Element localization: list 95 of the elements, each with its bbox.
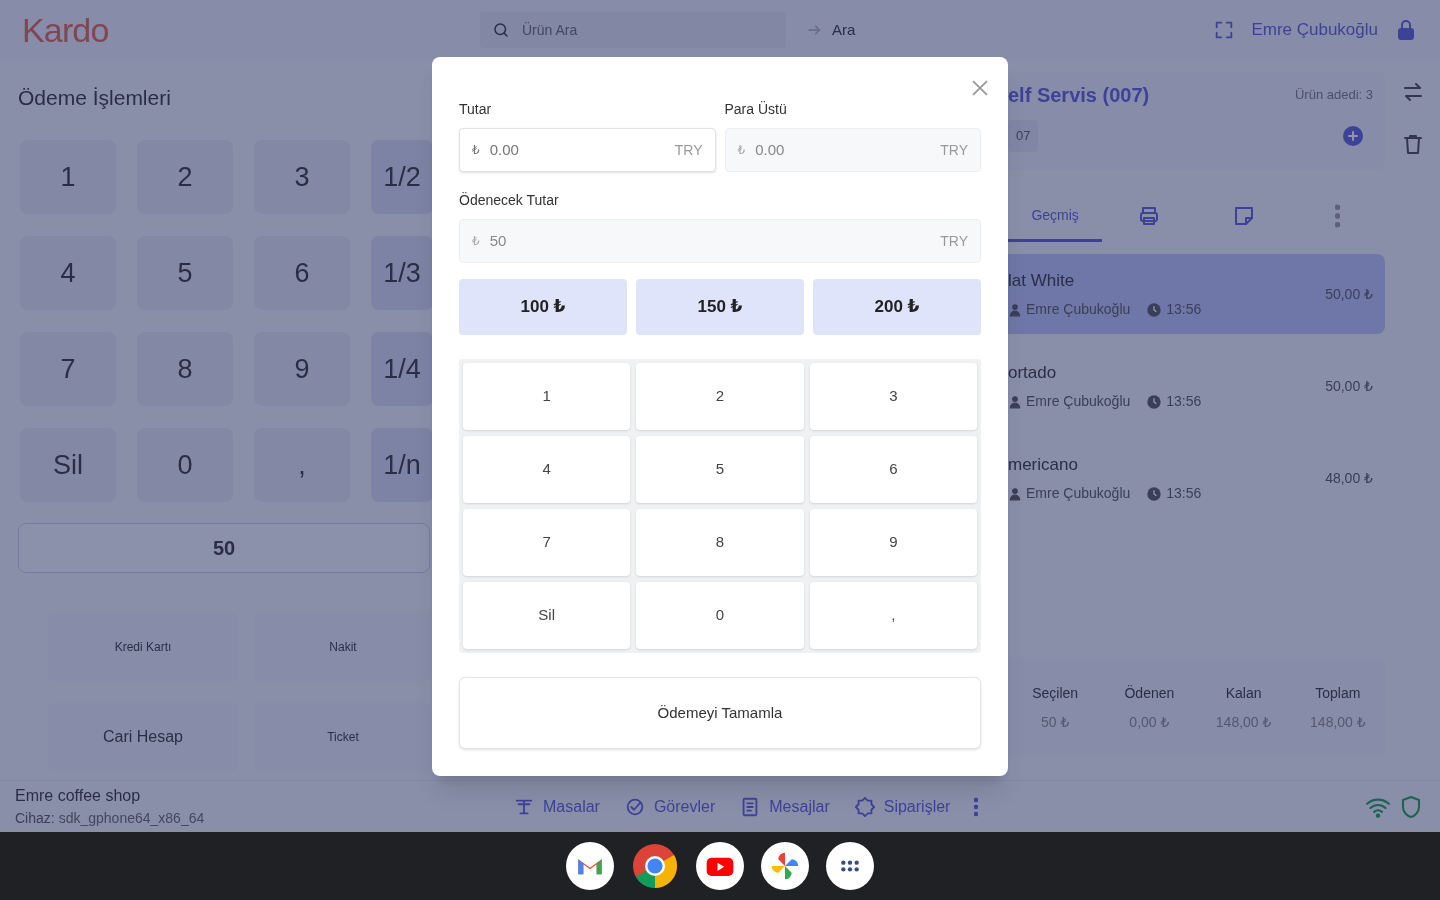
amount-field[interactable]: 50 [18, 523, 430, 573]
keypad-key[interactable]: 2 [137, 140, 233, 214]
keypad-key[interactable]: 6 [809, 436, 977, 503]
nav-button[interactable]: Görevler [623, 794, 716, 819]
summary-label: Toplam [1315, 683, 1361, 703]
keypad-key[interactable]: 4 [20, 236, 116, 310]
keypad-key[interactable]: , [254, 428, 350, 502]
unit-label: TRY [674, 140, 703, 160]
unit-label: TRY [940, 140, 968, 160]
order-title: elf Servis (007) [1008, 83, 1150, 108]
keypad-key[interactable]: 3 [809, 363, 977, 430]
pinwheel-icon[interactable] [761, 842, 809, 890]
user-name[interactable]: Emre Çubukoğlu [1251, 17, 1378, 43]
amount-field[interactable]: ₺ 0.00 TRY [459, 128, 716, 172]
item-user: Emre Çubukoğlu [1026, 484, 1131, 504]
search-icon [492, 21, 510, 39]
panel-title: Ödeme İşlemleri [18, 85, 171, 111]
keypad-key[interactable]: 6 [254, 236, 350, 310]
keypad-key[interactable]: 1/n [371, 428, 433, 502]
more-icon [1335, 203, 1341, 228]
mail-icon[interactable] [566, 842, 614, 890]
placeholder-text: 0.00 [489, 139, 520, 160]
add-icon[interactable] [1341, 123, 1365, 148]
item-time: 13:56 [1166, 300, 1202, 320]
keypad-key[interactable]: 2 [636, 363, 804, 430]
item-user: Emre Çubukoğlu [1026, 392, 1131, 412]
shield-icon [1399, 794, 1423, 819]
nav-button[interactable]: Mesajlar [739, 794, 830, 819]
field-label: Tutar [459, 100, 493, 119]
currency-symbol: ₺ [472, 142, 480, 159]
summary-label: Seçilen [1032, 683, 1079, 703]
clock-icon [1146, 301, 1163, 318]
app-grid-icon[interactable] [826, 842, 874, 890]
unit-label: TRY [940, 231, 968, 251]
keypad-key[interactable]: 5 [137, 236, 233, 310]
logo: Kardo [22, 9, 110, 51]
shop-name: Emre coffee shop [15, 786, 142, 806]
summary-label: Ödenen [1124, 683, 1175, 703]
keypad-key[interactable]: 0 [137, 428, 233, 502]
keypad-key[interactable]: 9 [254, 332, 350, 406]
keypad-key[interactable]: 4 [463, 436, 631, 503]
keypad-key[interactable]: 1 [463, 363, 631, 430]
search-field[interactable]: Ürün Ara [480, 12, 786, 48]
nav-button[interactable]: Masalar [513, 794, 600, 819]
keypad-key[interactable]: 1/2 [371, 140, 433, 214]
field-label: Ödenecek Tutar [459, 191, 560, 210]
browser-icon[interactable] [631, 842, 679, 890]
item-price: 50,00 ₺ [1325, 284, 1373, 304]
summary-label: Kalan [1225, 683, 1262, 703]
item-name: mericano [1008, 453, 1079, 476]
keypad-key[interactable]: 1 [20, 140, 116, 214]
keypad-key[interactable]: 3 [254, 140, 350, 214]
clock-icon [1146, 393, 1163, 410]
keypad-key[interactable]: 7 [463, 509, 631, 576]
field-value: 0.00 [755, 139, 786, 160]
search-button[interactable]: Ara [794, 12, 868, 48]
item-price: 48,00 ₺ [1325, 468, 1373, 488]
keypad-key[interactable]: 1/3 [371, 236, 433, 310]
table-tag: 07 [1008, 120, 1039, 152]
currency-symbol: ₺ [472, 233, 480, 250]
complete-payment-button[interactable]: Ödemeyi Tamamla [459, 677, 981, 749]
person-icon [1008, 394, 1022, 409]
clock-icon [1146, 485, 1163, 502]
badge-icon [853, 795, 876, 818]
keypad-key[interactable]: 9 [809, 509, 977, 576]
nav-button[interactable]: Siparişler [853, 794, 951, 819]
keypad-key[interactable]: 7 [20, 332, 116, 406]
item-name: lat White [1008, 269, 1076, 292]
item-time: 13:56 [1166, 484, 1202, 504]
currency-symbol: ₺ [737, 142, 746, 159]
item-name: ortado [1008, 361, 1058, 384]
item-price: 50,00 ₺ [1325, 376, 1373, 396]
field-value: 50 [489, 230, 508, 251]
quick-amount-button[interactable]: 150 ₺ [636, 279, 804, 335]
item-time: 13:56 [1166, 392, 1202, 412]
quick-amount-button[interactable]: 200 ₺ [813, 279, 981, 335]
order-item[interactable]: lat White Emre Çubukoğlu 13:56 50,00 ₺ [1008, 254, 1385, 334]
quick-amount-button[interactable]: 100 ₺ [459, 279, 627, 335]
more-icon[interactable] [974, 796, 979, 817]
keypad-key[interactable]: 5 [636, 436, 804, 503]
item-count: Ürün adedi: 3 [1294, 86, 1373, 105]
person-icon [1008, 302, 1022, 317]
field-label: Para Üstü [724, 100, 788, 119]
keypad-key[interactable]: Sil [20, 428, 116, 502]
keypad-key[interactable]: 0 [636, 582, 804, 649]
person-icon [1008, 486, 1022, 501]
device-label: Cihaz: [15, 809, 55, 828]
play-icon[interactable] [696, 842, 744, 890]
device-id: sdk_gphone64_x86_64 [58, 809, 205, 828]
keypad-key[interactable]: , [809, 582, 977, 649]
keypad-key[interactable]: 8 [137, 332, 233, 406]
keypad-key[interactable]: Sil [463, 582, 631, 649]
keypad-key[interactable]: 8 [636, 509, 804, 576]
item-user: Emre Çubukoğlu [1026, 300, 1131, 320]
keypad-key[interactable]: 1/4 [371, 332, 433, 406]
